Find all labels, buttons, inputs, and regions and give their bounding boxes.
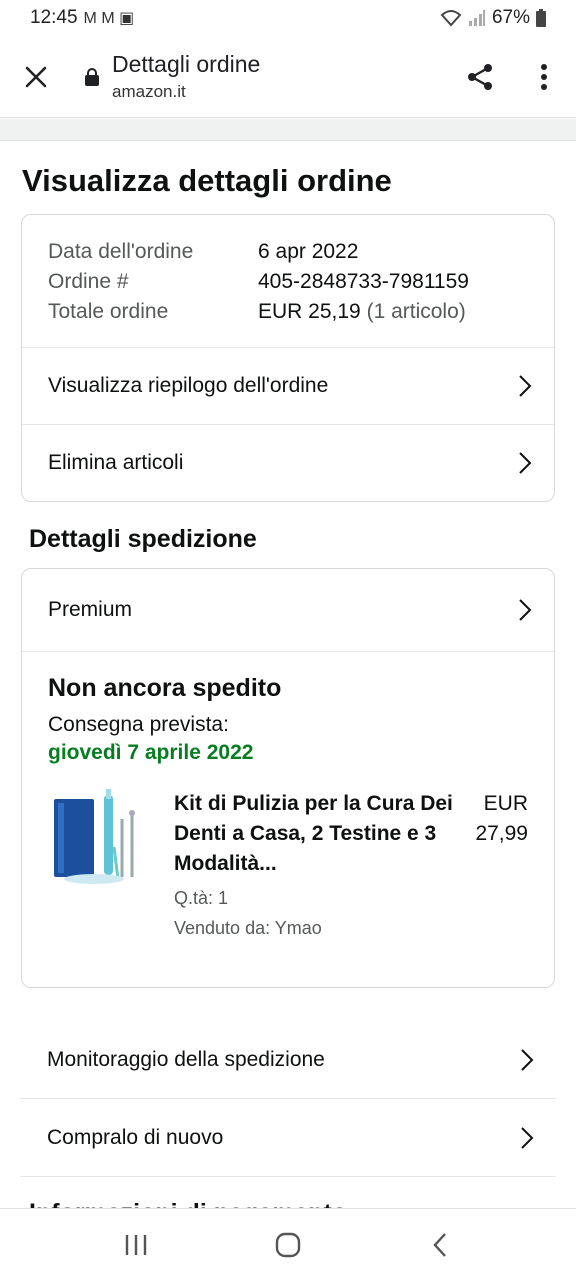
shipping-method: Premium	[48, 598, 133, 621]
wifi-icon	[440, 10, 462, 27]
page-title: Visualizza dettagli ordine	[22, 163, 392, 198]
buy-again-label: Compralo di nuovo	[47, 1125, 224, 1149]
chevron-right-icon	[519, 452, 532, 474]
view-order-summary-label: Visualizza riepilogo dell'ordine	[48, 374, 329, 397]
chevron-right-icon	[521, 1048, 534, 1071]
close-icon	[25, 66, 47, 87]
delivery-date: giovedì 7 aprile 2022	[48, 741, 254, 764]
order-item-count: (1 articolo)	[366, 300, 466, 323]
shipping-section-title: Dettagli spedizione	[29, 525, 257, 553]
browser-domain: amazon.it	[112, 82, 186, 101]
buy-again-link[interactable]: Compralo di nuovo	[20, 1099, 556, 1177]
more-options-button[interactable]	[512, 36, 576, 118]
shipment-status-title: Non ancora spedito	[48, 674, 282, 702]
order-total-wrap: EUR 25,19 (1 articolo)	[258, 297, 466, 327]
chevron-right-icon	[519, 599, 532, 621]
product-price-value: 27,99	[475, 822, 528, 845]
product-title[interactable]: Kit di Pulizia per la Cura Dei Denti a C…	[174, 789, 458, 879]
chevron-right-icon	[521, 1126, 534, 1149]
delivery-label: Consegna prevista:	[48, 713, 229, 736]
divider-strip	[0, 119, 576, 141]
chevron-right-icon	[519, 375, 532, 397]
track-shipment-label: Monitoraggio della spedizione	[47, 1047, 325, 1071]
recent-apps-icon	[125, 1234, 147, 1255]
shipping-card: Premium Non ancora spedito Consegna prev…	[21, 568, 555, 988]
order-number-value: 405-2848733-7981159	[258, 270, 469, 293]
product-info: Kit di Pulizia per la Cura Dei Denti a C…	[174, 789, 458, 939]
more-vert-icon	[541, 63, 547, 90]
home-icon	[275, 1232, 301, 1257]
order-summary-card: Data dell'ordine 6 apr 2022 Ordine # 405…	[21, 214, 555, 502]
product-seller: Venduto da: Ymao	[174, 918, 322, 938]
product-qty: Q.tà: 1	[174, 888, 229, 908]
battery-percent: 67%	[491, 7, 530, 28]
delete-items-label: Elimina articoli	[48, 451, 184, 474]
order-number-row: Ordine # 405-2848733-7981159	[48, 267, 528, 297]
order-info: Data dell'ordine 6 apr 2022 Ordine # 405…	[22, 215, 554, 347]
product-item[interactable]: Kit di Pulizia per la Cura Dei Denti a C…	[22, 765, 554, 987]
signal-icon	[468, 10, 485, 26]
close-button[interactable]	[0, 36, 72, 118]
order-date-label: Data dell'ordine	[48, 240, 194, 263]
order-date-row: Data dell'ordine 6 apr 2022	[48, 237, 528, 267]
browser-page-title: Dettagli ordine	[112, 51, 261, 77]
share-button[interactable]	[448, 36, 512, 118]
home-button[interactable]	[258, 1215, 318, 1275]
status-time: 12:45	[30, 7, 78, 28]
product-price: EUR 27,99	[458, 789, 528, 939]
android-nav-bar	[0, 1208, 576, 1280]
order-total-row: Totale ordine EUR 25,19 (1 articolo)	[48, 297, 528, 327]
recent-apps-button[interactable]	[106, 1215, 166, 1275]
delete-items-link[interactable]: Elimina articoli	[22, 424, 554, 501]
order-total-label: Totale ordine	[48, 300, 169, 323]
order-number-label: Ordine #	[48, 270, 129, 293]
back-button[interactable]	[410, 1215, 470, 1275]
back-icon	[433, 1232, 446, 1257]
battery-icon	[536, 9, 546, 27]
shipment-status: Non ancora spedito Consegna prevista: gi…	[22, 652, 554, 765]
notification-icons: M M ▣	[83, 10, 135, 27]
share-icon	[468, 63, 492, 90]
order-date-value: 6 apr 2022	[258, 240, 359, 263]
order-total-value: EUR 25,19	[258, 300, 361, 323]
view-order-summary-link[interactable]: Visualizza riepilogo dell'ordine	[22, 347, 554, 424]
track-shipment-link[interactable]: Monitoraggio della spedizione	[20, 1021, 556, 1099]
status-bar: 12:45 M M ▣ 67%	[0, 0, 576, 36]
browser-top-bar: Dettagli ordine amazon.it	[0, 36, 576, 118]
lock-icon	[72, 67, 112, 87]
product-currency: EUR	[483, 792, 528, 815]
shipping-method-row[interactable]: Premium	[22, 569, 554, 652]
product-image[interactable]	[48, 789, 148, 889]
